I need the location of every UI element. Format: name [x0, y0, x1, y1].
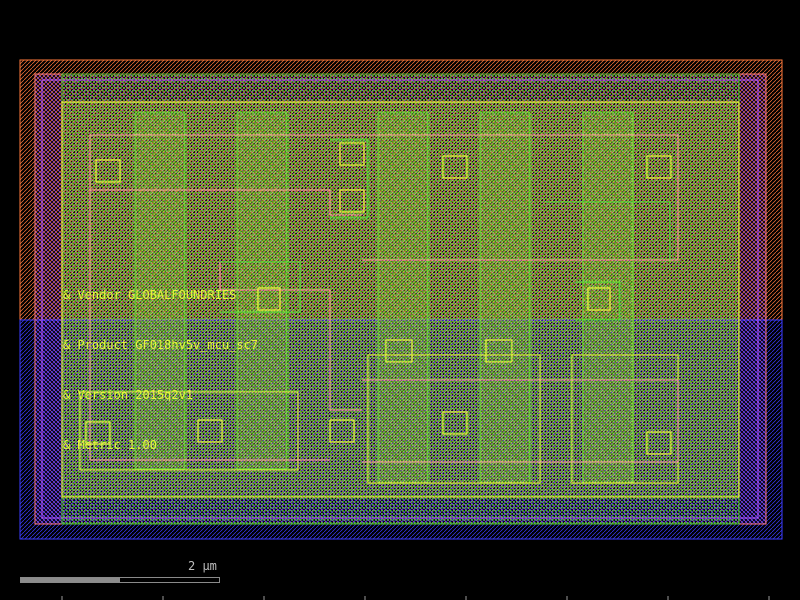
poly-finger-4 [479, 112, 531, 484]
product-label: & Product GF018hv5v_mcu_sc7 [63, 338, 258, 352]
poly-finger-5 [582, 112, 634, 484]
ruler-ticks [61, 596, 770, 600]
version-label: & Version 2015q2v1 [63, 388, 193, 402]
poly-finger-3 [377, 112, 429, 484]
scale-bar-fill [21, 578, 120, 582]
scale-bar-label: 2 µm [188, 559, 217, 573]
scale-bar [20, 577, 220, 583]
metric-label: & Metric 1.00 [63, 438, 157, 452]
layout-canvas: & Vendor GLOBALFOUNDRIES & Product GF018… [19, 59, 783, 600]
vendor-label: & Vendor GLOBALFOUNDRIES [63, 288, 236, 302]
